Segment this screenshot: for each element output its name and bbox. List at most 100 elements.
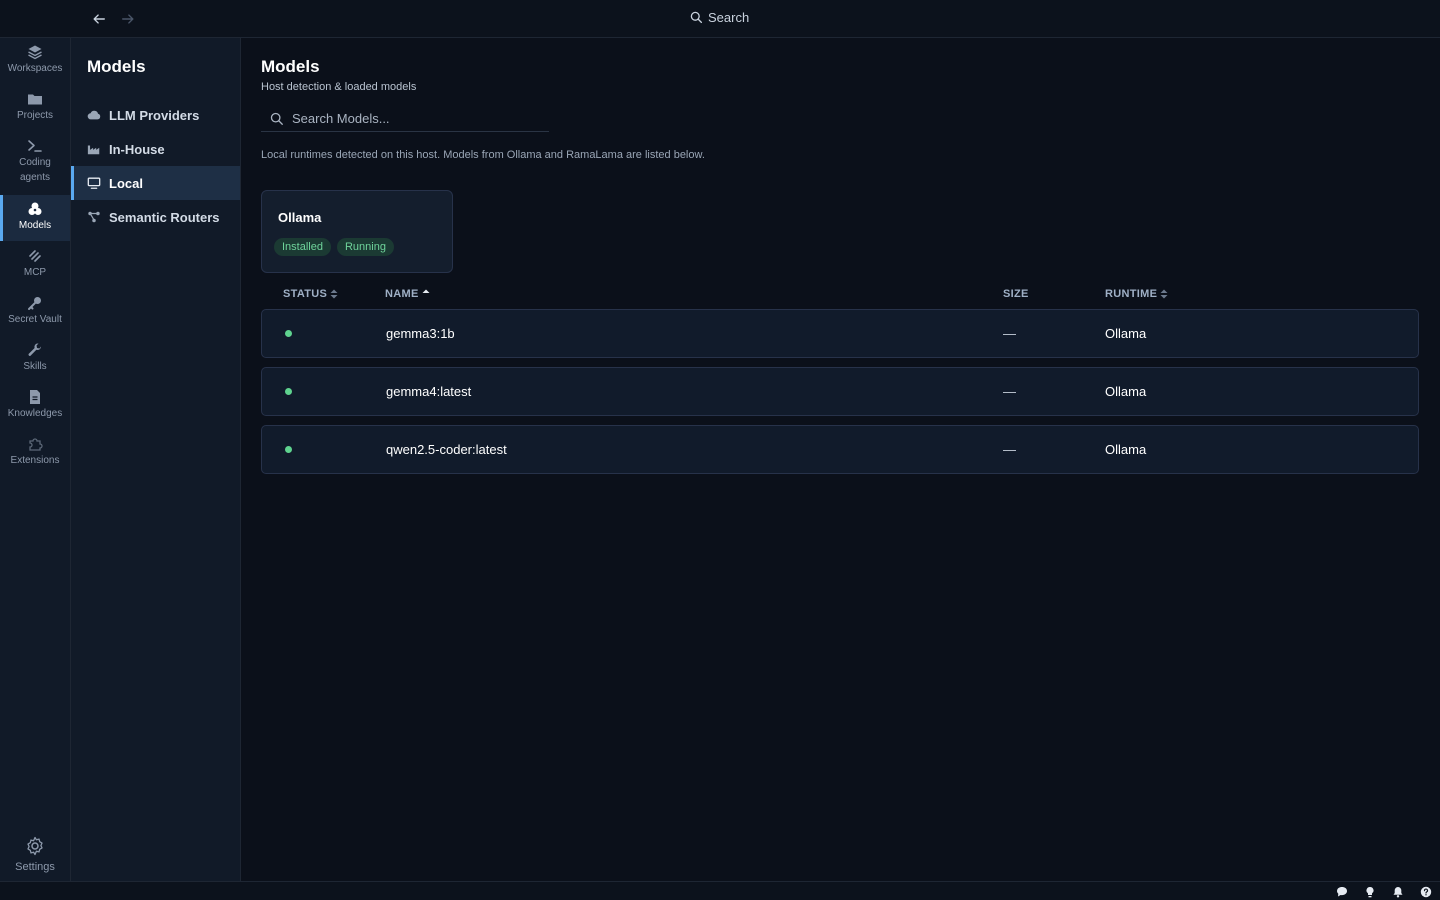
key-icon — [28, 297, 41, 310]
status-dot — [285, 388, 292, 395]
status-dot — [285, 330, 292, 337]
rail-item-label: Secret Vault — [8, 314, 62, 325]
factory-icon — [87, 145, 100, 155]
runtime-badges: Installed Running — [274, 238, 394, 256]
column-header-size[interactable]: SIZE — [1003, 288, 1029, 300]
rail-item-coding-agents[interactable]: Coding agents — [0, 138, 70, 188]
chat-button[interactable] — [1336, 885, 1349, 898]
status-bar — [0, 881, 1440, 900]
rail-item-knowledges[interactable]: Knowledges — [0, 389, 70, 429]
column-header-status[interactable]: STATUS — [283, 288, 338, 300]
help-icon — [1420, 886, 1432, 898]
sort-icon — [330, 289, 338, 299]
global-search-button[interactable]: Search — [690, 10, 749, 25]
model-runtime: Ollama — [1105, 326, 1147, 341]
sort-icon — [1160, 289, 1168, 299]
status-dot — [285, 446, 292, 453]
sidebar-item-label: LLM Providers — [109, 107, 200, 123]
sidebar-item-local[interactable]: Local — [71, 166, 240, 200]
rail-item-models[interactable]: Models — [0, 195, 70, 241]
folder-icon — [28, 94, 42, 105]
cloud-icon — [87, 110, 101, 120]
lightbulb-icon — [1366, 886, 1374, 898]
model-size: — — [1003, 384, 1016, 399]
sidebar-item-label: Semantic Routers — [109, 209, 220, 225]
model-name: gemma3:1b — [386, 326, 455, 341]
rail-item-label: Projects — [16, 110, 54, 121]
rail-item-label: MCP — [23, 267, 47, 278]
arrow-left-icon — [93, 14, 105, 24]
rail-item-label: Skills — [23, 361, 47, 372]
rail-item-mcp[interactable]: MCP — [0, 248, 70, 288]
rail-item-label: Workspaces — [7, 63, 63, 74]
page-title: Models — [261, 57, 320, 76]
rail-item-label: Models — [18, 220, 52, 231]
sidebar-item-label: In-House — [109, 141, 165, 157]
search-input[interactable] — [292, 111, 532, 126]
forward-button[interactable] — [118, 9, 138, 29]
document-icon — [30, 390, 40, 404]
running-badge: Running — [336, 238, 394, 256]
page-subtitle: Host detection & loaded models — [261, 81, 417, 93]
model-runtime: Ollama — [1105, 384, 1147, 399]
sort-ascending-icon — [422, 289, 430, 293]
rail-item-label: Knowledges — [7, 408, 63, 419]
table-row[interactable]: gemma3:1b — Ollama — [261, 309, 1419, 358]
info-text: Local runtimes detected on this host. Mo… — [261, 149, 705, 161]
column-header-name[interactable]: NAME — [385, 288, 430, 300]
sidebar-item-llm-providers[interactable]: LLM Providers — [71, 98, 240, 132]
model-size: — — [1003, 326, 1016, 341]
top-bar: Search — [0, 0, 1440, 38]
sidebar-item-label: Local — [109, 175, 143, 191]
rail-item-settings[interactable]: Settings — [0, 836, 70, 873]
rail-item-secret-vault[interactable]: Secret Vault — [0, 295, 70, 335]
global-search-label: Search — [708, 10, 750, 25]
sidebar-title: Models — [87, 57, 146, 76]
layers-icon — [28, 45, 42, 60]
model-name: gemma4:latest — [386, 384, 472, 399]
main-content: Models Host detection & loaded models Lo… — [241, 38, 1440, 881]
wrench-icon — [28, 343, 41, 356]
table-row[interactable]: gemma4:latest — Ollama — [261, 367, 1419, 416]
column-header-label: SIZE — [1003, 288, 1029, 300]
search-icon — [690, 11, 703, 24]
sidebar-item-in-house[interactable]: In-House — [71, 132, 240, 166]
table-row[interactable]: qwen2.5-coder:latest — Ollama — [261, 425, 1419, 474]
notifications-button[interactable] — [1392, 885, 1405, 898]
rail-item-extensions[interactable]: Extensions — [0, 436, 70, 476]
secondary-sidebar: Models LLM Providers In-House Local Sema… — [71, 38, 241, 881]
rail-item-workspaces[interactable]: Workspaces — [0, 44, 70, 84]
bell-icon — [1393, 887, 1403, 898]
runtime-name: Ollama — [278, 210, 322, 225]
model-runtime: Ollama — [1105, 442, 1147, 457]
help-button[interactable] — [1420, 885, 1433, 898]
router-icon — [88, 211, 100, 223]
terminal-icon — [28, 140, 42, 152]
search-icon — [270, 112, 283, 125]
arrow-right-icon — [122, 14, 134, 24]
models-search — [261, 106, 549, 132]
column-header-label: STATUS — [283, 288, 328, 300]
settings-label: Settings — [15, 861, 55, 873]
rail-item-label: Coding agents — [19, 157, 51, 183]
runtime-card-ollama[interactable]: Ollama Installed Running — [261, 190, 453, 273]
rail-item-skills[interactable]: Skills — [0, 342, 70, 382]
table-header: STATUS NAME SIZE RUNTIME — [261, 286, 1419, 304]
column-header-runtime[interactable]: RUNTIME — [1105, 288, 1168, 300]
installed-badge: Installed — [274, 238, 331, 256]
tips-button[interactable] — [1364, 885, 1377, 898]
rail-item-label: Extensions — [10, 455, 60, 466]
rail-item-projects[interactable]: Projects — [0, 91, 70, 131]
back-button[interactable] — [89, 9, 109, 29]
sidebar-item-semantic-routers[interactable]: Semantic Routers — [71, 200, 240, 234]
mcp-icon — [29, 250, 41, 262]
column-header-label: NAME — [385, 288, 419, 300]
chat-icon — [1337, 887, 1347, 897]
primary-rail: Workspaces Projects Coding agents Models… — [0, 38, 71, 881]
models-icon — [28, 202, 42, 215]
column-header-label: RUNTIME — [1105, 288, 1158, 300]
model-size: — — [1003, 442, 1016, 457]
monitor-icon — [87, 177, 101, 189]
model-name: qwen2.5-coder:latest — [386, 442, 507, 457]
puzzle-icon — [29, 438, 43, 451]
